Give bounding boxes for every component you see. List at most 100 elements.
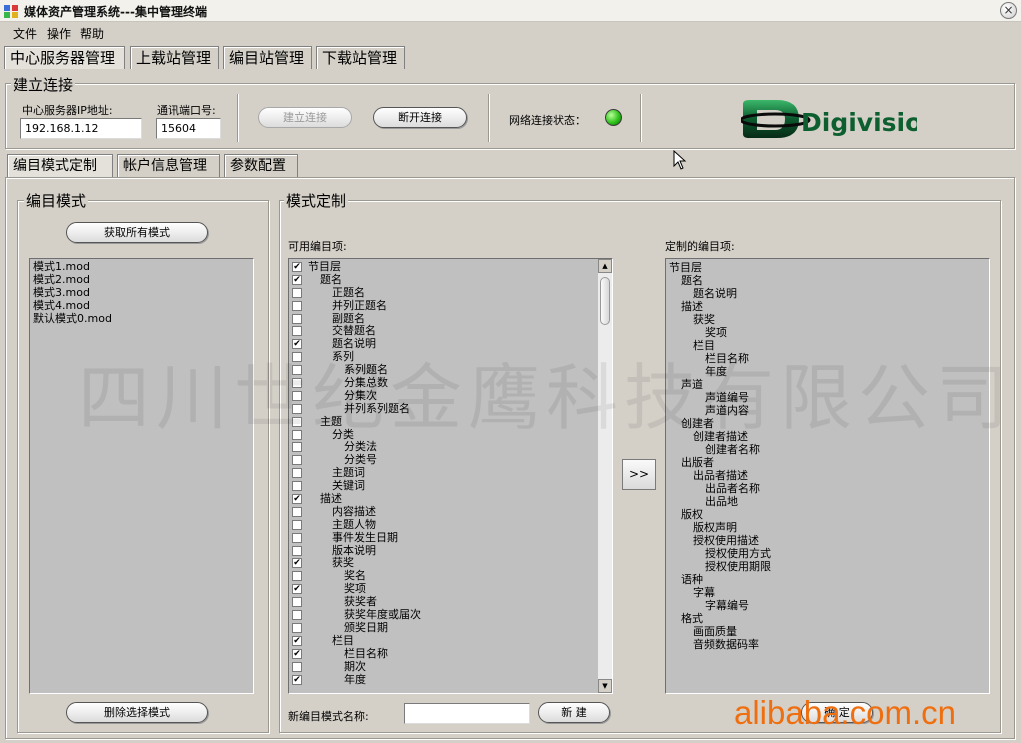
customized-item[interactable]: 栏目 [666,339,989,352]
new-mode-name-input[interactable] [404,703,530,724]
disconnect-button[interactable]: 断开连接 [373,107,467,128]
customized-item[interactable]: 声道编号 [666,391,989,404]
tab-download-station[interactable]: 下载站管理 [316,46,405,69]
available-item-row[interactable]: 奖名 [289,569,597,583]
available-item-row[interactable]: 事件发生日期 [289,531,597,545]
available-item-row[interactable]: ✔ 题名 [289,273,597,287]
available-item-row[interactable]: 获奖者 [289,595,597,609]
checkbox-unchecked-icon[interactable] [292,287,302,298]
available-item-row[interactable]: ✔ 奖项 [289,582,597,596]
checkbox-unchecked-icon[interactable] [292,326,302,337]
available-item-row[interactable]: 系列题名 [289,363,597,377]
checkbox-unchecked-icon[interactable] [292,571,302,582]
available-item-row[interactable]: 分集总数 [289,376,597,390]
available-item-row[interactable]: ✔ 节目层 [289,260,597,274]
available-item-row[interactable]: 主题人物 [289,518,597,532]
customized-item[interactable]: 创建者描述 [666,430,989,443]
customized-item[interactable]: 年度 [666,365,989,378]
available-items-scrollbar[interactable]: ▲ ▼ [597,259,612,693]
mode-list-item[interactable]: 模式3.mod [33,286,250,299]
checkbox-checked-icon[interactable]: ✔ [292,674,302,685]
available-item-row[interactable]: 获奖年度或届次 [289,608,597,622]
customized-item[interactable]: 格式 [666,612,989,625]
customized-item[interactable]: 题名说明 [666,287,989,300]
checkbox-checked-icon[interactable]: ✔ [292,558,302,569]
customized-item[interactable]: 授权使用描述 [666,534,989,547]
customized-item[interactable]: 语种 [666,573,989,586]
checkbox-unchecked-icon[interactable] [292,622,302,633]
customized-item[interactable]: 授权使用期限 [666,560,989,573]
available-item-row[interactable]: 颁奖日期 [289,621,597,635]
checkbox-unchecked-icon[interactable] [292,532,302,543]
checkbox-unchecked-icon[interactable] [292,300,302,311]
checkbox-unchecked-icon[interactable] [292,416,302,427]
checkbox-unchecked-icon[interactable] [292,403,302,414]
customized-item[interactable]: 版权 [666,508,989,521]
available-item-row[interactable]: ✔ 栏目名称 [289,647,597,661]
checkbox-unchecked-icon[interactable] [292,597,302,608]
available-item-row[interactable]: 正题名 [289,286,597,300]
customized-items-tree[interactable]: 节目层 题名 题名说明 描述 获奖 奖项 栏目 栏目名称 年度 声道 声道编号 声道内容 创建者 创建者描… [665,258,990,694]
mode-list-item[interactable]: 模式4.mod [33,299,250,312]
checkbox-unchecked-icon[interactable] [292,610,302,621]
customized-item[interactable]: 栏目名称 [666,352,989,365]
available-items-tree[interactable]: ✔ 节目层 ✔ 题名 正题名 并列正题名 副题名 交替题名 ✔ 题名说明 系列 系列题名 分集总数 分集次… [288,258,613,694]
customized-item[interactable]: 画面质量 [666,625,989,638]
available-item-row[interactable]: ✔ 获奖 [289,557,597,570]
checkbox-unchecked-icon[interactable] [292,352,302,363]
checkbox-unchecked-icon[interactable] [292,519,302,530]
mode-list-item[interactable]: 模式2.mod [33,273,250,286]
customized-item[interactable]: 描述 [666,300,989,313]
customized-item[interactable]: 节目层 [666,261,989,274]
mode-list-item[interactable]: 模式1.mod [33,260,250,273]
connect-button[interactable]: 建立连接 [258,107,352,128]
customized-item[interactable]: 出品地 [666,495,989,508]
available-item-row[interactable]: ✔ 栏目 [289,634,597,648]
checkbox-checked-icon[interactable]: ✔ [292,648,302,659]
customized-item[interactable]: 获奖 [666,313,989,326]
scroll-up-icon[interactable]: ▲ [598,259,612,273]
available-item-row[interactable]: 期次 [289,660,597,674]
close-icon[interactable]: × [1000,2,1017,19]
customized-item[interactable]: 音频数据码率 [666,638,989,651]
customized-item[interactable]: 出品者名称 [666,482,989,495]
available-item-row[interactable]: 系列 [289,350,597,364]
checkbox-unchecked-icon[interactable] [292,455,302,466]
customized-item[interactable]: 出版者 [666,456,989,469]
available-item-row[interactable]: 并列系列题名 [289,402,597,416]
tab-param-config[interactable]: 参数配置 [224,154,298,177]
tab-upload-station[interactable]: 上载站管理 [130,46,219,69]
customized-item[interactable]: 版权声明 [666,521,989,534]
checkbox-checked-icon[interactable]: ✔ [292,584,302,595]
customized-item[interactable]: 声道 [666,378,989,391]
menu-file[interactable]: 文件 [13,25,37,42]
available-item-row[interactable]: 分类 [289,428,597,442]
customized-item[interactable]: 奖项 [666,326,989,339]
available-item-row[interactable]: 并列正题名 [289,299,597,313]
menu-help[interactable]: 帮助 [80,25,104,42]
checkbox-unchecked-icon[interactable] [292,468,302,479]
scroll-down-icon[interactable]: ▼ [598,679,612,693]
available-item-row[interactable]: 主题 [289,415,597,429]
checkbox-unchecked-icon[interactable] [292,313,302,324]
customized-item[interactable]: 字幕编号 [666,599,989,612]
customized-item[interactable]: 出品者描述 [666,469,989,482]
customized-item[interactable]: 授权使用方式 [666,547,989,560]
tab-catalog-station[interactable]: 编目站管理 [223,46,312,69]
menu-operate[interactable]: 操作 [47,25,71,42]
available-item-row[interactable]: 分集次 [289,389,597,403]
checkbox-unchecked-icon[interactable] [292,365,302,376]
checkbox-unchecked-icon[interactable] [292,545,302,556]
checkbox-unchecked-icon[interactable] [292,661,302,672]
available-item-row[interactable]: 分类法 [289,441,597,454]
checkbox-unchecked-icon[interactable] [292,390,302,401]
checkbox-unchecked-icon[interactable] [292,481,302,492]
mode-list[interactable]: 模式1.mod 模式2.mod 模式3.mod 模式4.mod 默认模式0.mod [29,258,254,694]
checkbox-checked-icon[interactable]: ✔ [292,494,302,505]
checkbox-unchecked-icon[interactable] [292,378,302,389]
checkbox-unchecked-icon[interactable] [292,442,302,453]
server-ip-input[interactable]: 192.168.1.12 [20,118,142,139]
delete-mode-button[interactable]: 删除选择模式 [66,702,208,723]
tab-catalog-mode[interactable]: 编目模式定制 [7,154,113,177]
checkbox-checked-icon[interactable]: ✔ [292,635,302,646]
